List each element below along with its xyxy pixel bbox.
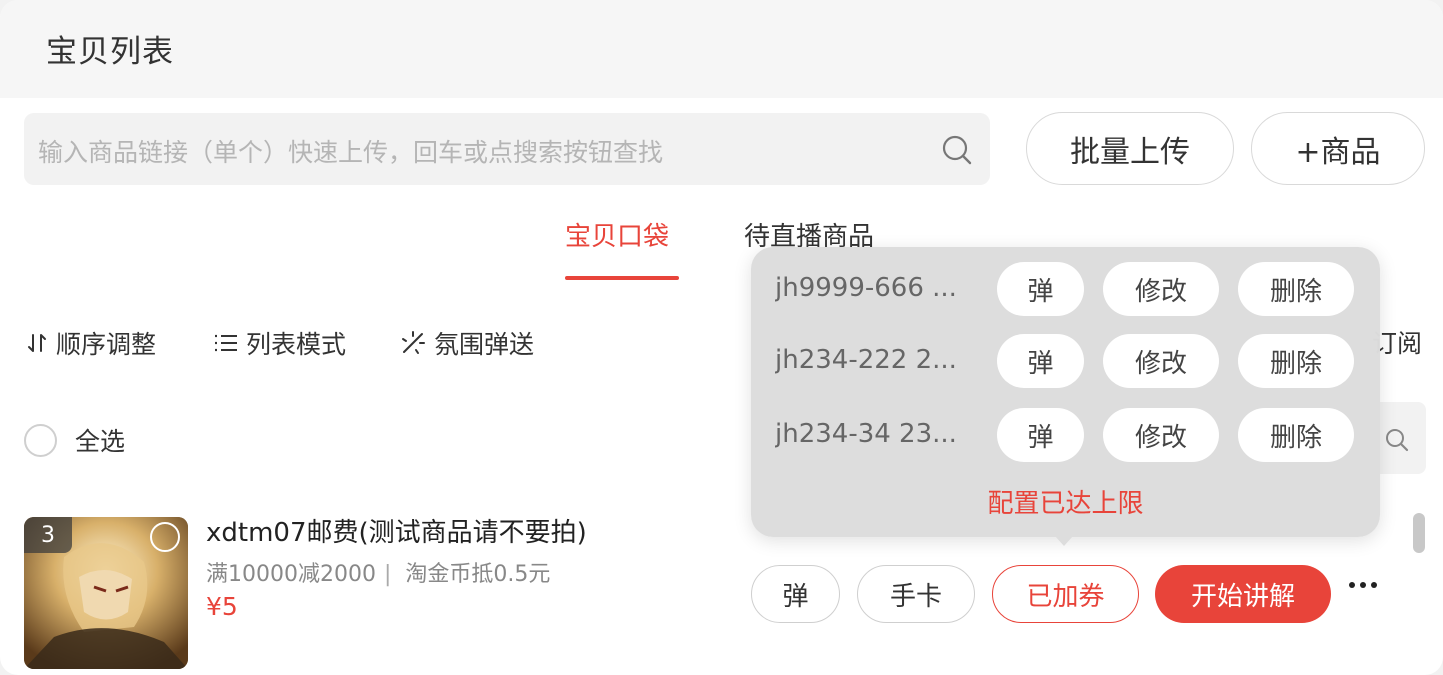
promo-discount: 满10000减2000 xyxy=(206,562,376,587)
ambience-push-button[interactable]: 氛围弹送 xyxy=(400,325,534,361)
config-edit-button[interactable]: 修改 xyxy=(1103,334,1219,388)
list-mode-label: 列表模式 xyxy=(246,330,347,359)
search-input[interactable]: 输入商品链接（单个）快速上传，回车或点搜索按钮查找 xyxy=(24,113,990,185)
popover-row: jh234-34 23... 弹 修改 删除 xyxy=(751,407,1380,463)
pop-button[interactable]: 弹 xyxy=(751,565,840,623)
pop-config-popover: jh9999-666 ... 弹 修改 删除 jh234-222 2... 弹 … xyxy=(751,247,1380,537)
product-index-badge: 3 xyxy=(24,517,72,553)
search-icon xyxy=(1386,429,1409,452)
active-tab-indicator xyxy=(565,276,679,280)
page-title: 宝贝列表 xyxy=(46,34,174,70)
config-delete-button[interactable]: 删除 xyxy=(1238,408,1354,462)
select-all-radio[interactable] xyxy=(24,423,57,457)
search-icon[interactable] xyxy=(940,133,974,167)
product-price: ¥5 xyxy=(206,592,238,621)
scrollbar[interactable] xyxy=(1413,513,1425,553)
sort-icon xyxy=(28,334,46,352)
config-delete-button[interactable]: 删除 xyxy=(1238,262,1354,316)
panel-header: 宝贝列表 xyxy=(0,0,1443,98)
popover-row: jh9999-666 ... 弹 修改 删除 xyxy=(751,261,1380,317)
config-edit-button[interactable]: 修改 xyxy=(1103,408,1219,462)
list-mode-button[interactable]: 列表模式 xyxy=(214,325,346,361)
config-limit-notice: 配置已达上限 xyxy=(987,489,1144,519)
product-select-checkbox[interactable] xyxy=(150,522,180,552)
select-all-label: 全选 xyxy=(75,427,126,456)
ambience-push-label: 氛围弹送 xyxy=(434,330,535,359)
order-adjust-button[interactable]: 顺序调整 xyxy=(26,325,156,361)
config-pop-button[interactable]: 弹 xyxy=(997,408,1084,462)
product-promo: 满10000减2000 | 淘金币抵0.5元 xyxy=(206,556,550,588)
config-delete-button[interactable]: 删除 xyxy=(1238,334,1354,388)
list-icon xyxy=(215,334,237,352)
config-edit-button[interactable]: 修改 xyxy=(1103,262,1219,316)
config-pop-button[interactable]: 弹 xyxy=(997,334,1084,388)
popover-row: jh234-222 2... 弹 修改 删除 xyxy=(751,333,1380,389)
hand-card-button[interactable]: 手卡 xyxy=(857,565,975,623)
batch-upload-button[interactable]: 批量上传 xyxy=(1026,112,1234,185)
promo-separator: | xyxy=(383,562,392,587)
config-name: jh9999-666 ... xyxy=(775,273,957,303)
sparkle-icon xyxy=(402,331,425,354)
start-explain-button[interactable]: 开始讲解 xyxy=(1155,565,1331,623)
add-product-button[interactable]: +商品 xyxy=(1251,112,1425,185)
search-placeholder: 输入商品链接（单个）快速上传，回车或点搜索按钮查找 xyxy=(38,138,664,167)
order-adjust-label: 顺序调整 xyxy=(56,330,157,359)
config-name: jh234-222 2... xyxy=(775,345,957,375)
product-thumbnail[interactable]: 3 xyxy=(24,517,188,669)
product-list-panel: 宝贝列表 输入商品链接（单个）快速上传，回车或点搜索按钮查找 批量上传 +商品 … xyxy=(0,0,1443,675)
config-pop-button[interactable]: 弹 xyxy=(997,262,1084,316)
select-all[interactable]: 全选 xyxy=(24,422,125,458)
config-name: jh234-34 23... xyxy=(775,419,957,449)
more-icon[interactable] xyxy=(1349,582,1377,588)
popover-arrow xyxy=(1055,536,1073,546)
promo-coin: 淘金币抵0.5元 xyxy=(405,562,551,587)
product-title: xdtm07邮费(测试商品请不要拍) xyxy=(206,518,587,548)
coupon-added-button[interactable]: 已加券 xyxy=(992,565,1139,623)
tab-product-pocket[interactable]: 宝贝口袋 xyxy=(565,216,669,253)
